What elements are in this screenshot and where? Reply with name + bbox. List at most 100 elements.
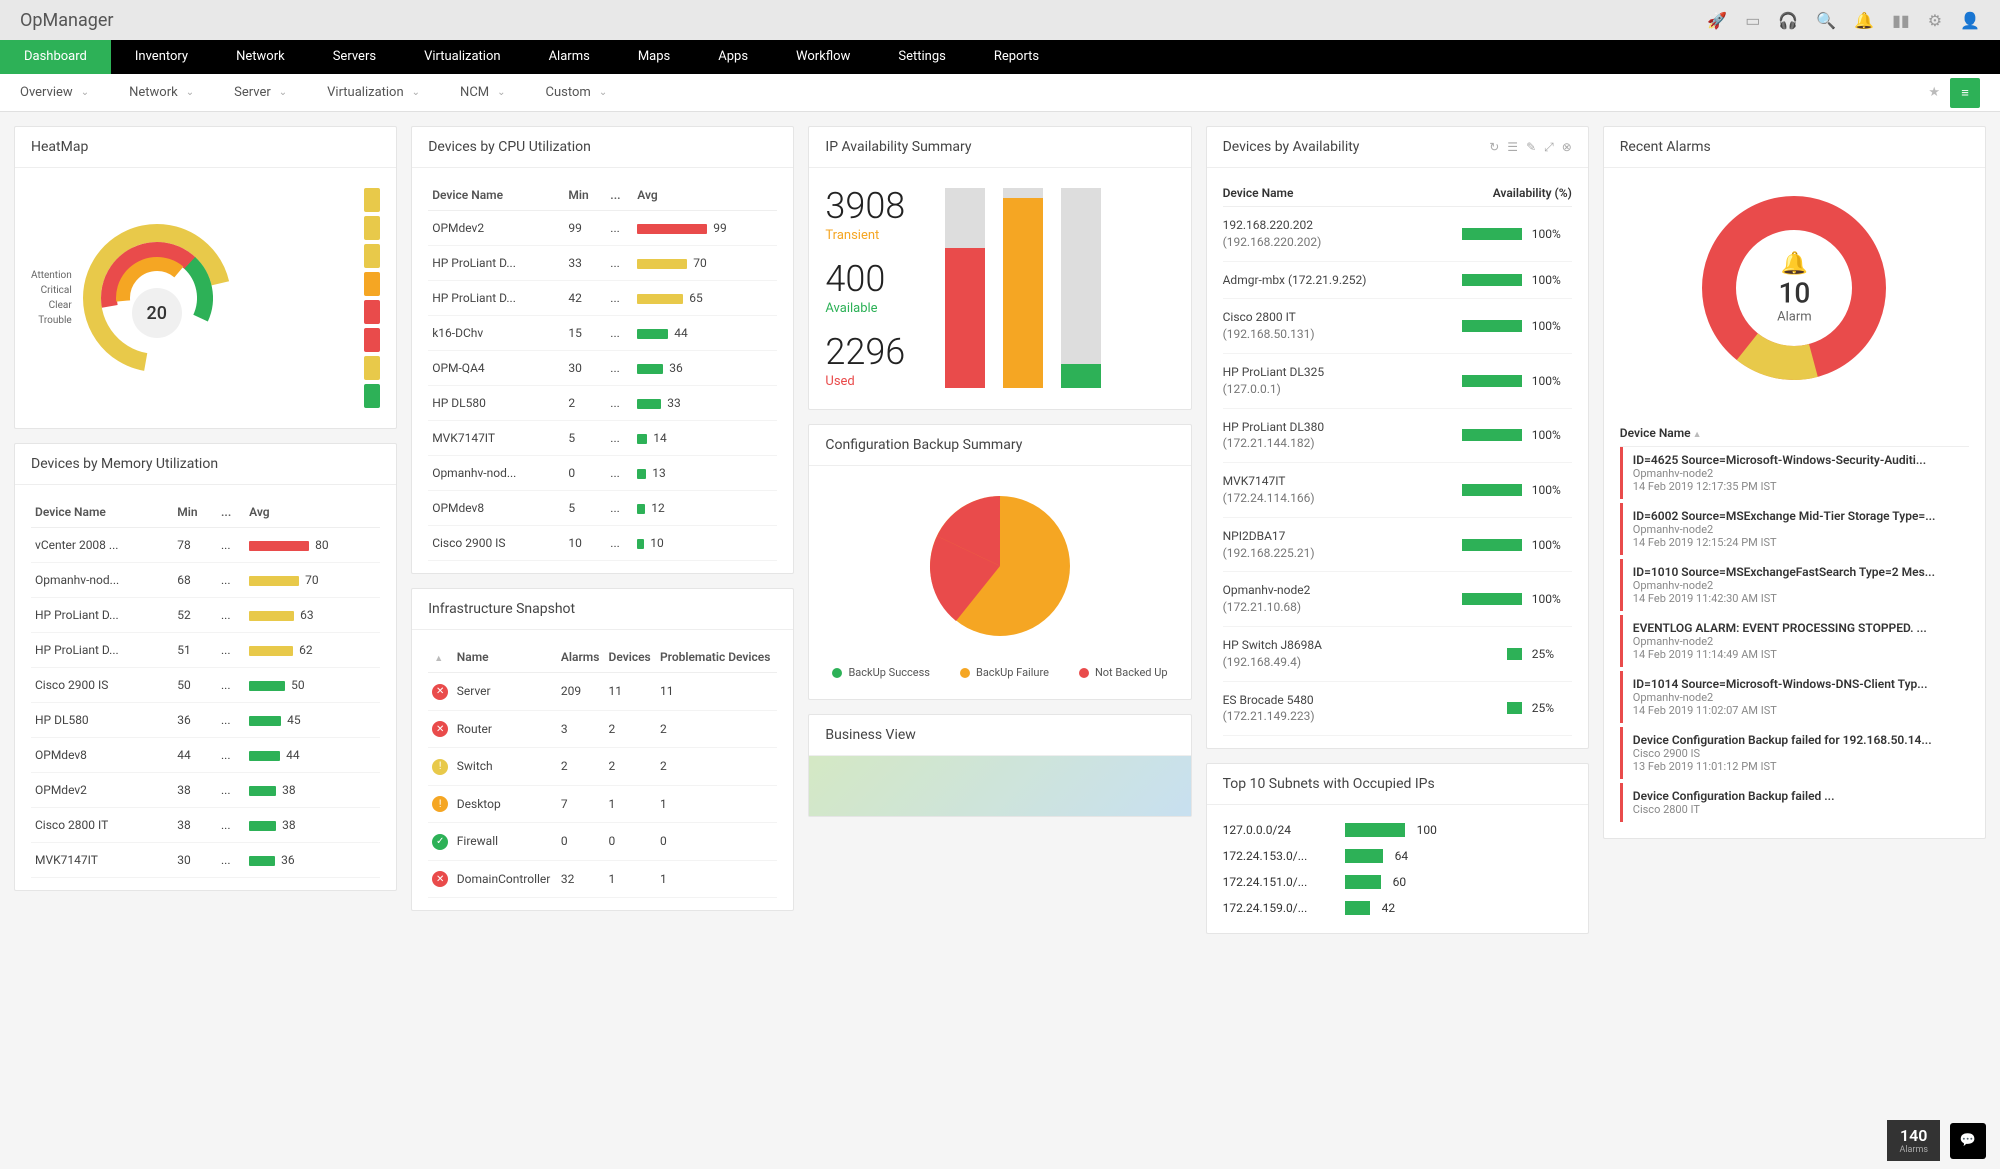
presentation-icon[interactable]: ▭	[1745, 11, 1760, 30]
alarm-item[interactable]: ID=1010 Source=MSExchangeFastSearch Type…	[1620, 559, 1969, 611]
nav-workflow[interactable]: Workflow	[772, 40, 874, 74]
subnav-ncm[interactable]: NCM⌄	[460, 85, 505, 100]
table-row[interactable]: HP ProLiant D...52... 63	[31, 598, 380, 633]
table-row[interactable]: vCenter 2008 ...78... 80	[31, 528, 380, 563]
search-icon[interactable]: 🔍	[1816, 11, 1836, 30]
subnav-server[interactable]: Server⌄	[234, 85, 287, 100]
avail-row[interactable]: HP Switch J8698A(192.168.49.4)25%	[1223, 627, 1572, 682]
table-row[interactable]: Opmanhv-nod...0... 13	[428, 456, 777, 491]
subnav-custom[interactable]: Custom⌄	[546, 85, 608, 100]
heatmap-square[interactable]	[364, 188, 380, 212]
list-icon[interactable]: ☰	[1507, 140, 1518, 155]
heatmap-square[interactable]	[364, 384, 380, 408]
subnav-overview[interactable]: Overview⌄	[20, 85, 89, 100]
app-title: OpManager	[20, 10, 113, 31]
chat-icon[interactable]: 💬	[1950, 1123, 1986, 1159]
avail-row[interactable]: 192.168.220.202(192.168.220.202)100%	[1223, 207, 1572, 262]
star-icon[interactable]: ★	[1928, 85, 1940, 100]
filter-button[interactable]: ≡	[1950, 78, 1980, 108]
ip-bar	[1003, 188, 1043, 388]
table-row[interactable]: OPMdev299... 99	[428, 211, 777, 246]
headset-icon[interactable]: 🎧	[1778, 11, 1798, 30]
avail-row[interactable]: ES Brocade 5480(172.21.149.223)25%	[1223, 682, 1572, 737]
nav-settings[interactable]: Settings	[874, 40, 969, 74]
nav-virtualization[interactable]: Virtualization	[400, 40, 525, 74]
nav-reports[interactable]: Reports	[970, 40, 1063, 74]
nav-dashboard[interactable]: Dashboard	[0, 40, 111, 74]
heatmap-square[interactable]	[364, 216, 380, 240]
nav-maps[interactable]: Maps	[614, 40, 694, 74]
table-row[interactable]: Cisco 2900 IS10... 10	[428, 526, 777, 561]
avail-row[interactable]: NPI2DBA17(192.168.225.21)100%	[1223, 518, 1572, 573]
table-row[interactable]: HP DL5802... 33	[428, 386, 777, 421]
subnet-row[interactable]: 172.24.151.0/...60	[1223, 869, 1572, 895]
business-view-map[interactable]	[809, 756, 1190, 816]
refresh-icon[interactable]: ↻	[1489, 140, 1499, 155]
alarm-item[interactable]: Device Configuration Backup failed for 1…	[1620, 727, 1969, 779]
card-ip-summary: IP Availability Summary 3908Transient400…	[808, 126, 1191, 410]
alarm-count-badge[interactable]: 140 Alarms	[1887, 1120, 1940, 1161]
heatmap-square[interactable]	[364, 244, 380, 268]
nav-inventory[interactable]: Inventory	[111, 40, 212, 74]
nav-servers[interactable]: Servers	[309, 40, 400, 74]
subnet-row[interactable]: 172.24.153.0/...64	[1223, 843, 1572, 869]
nav-apps[interactable]: Apps	[694, 40, 772, 74]
nav-alarms[interactable]: Alarms	[525, 40, 614, 74]
table-row[interactable]: HP ProLiant D...42... 65	[428, 281, 777, 316]
heatmap-square[interactable]	[364, 300, 380, 324]
ip-bar-chart	[945, 188, 1101, 388]
heatmap-gauge: 20	[82, 223, 232, 373]
table-row[interactable]: ✕Server2091111	[428, 673, 777, 711]
layers-icon[interactable]: ▮▮	[1892, 11, 1910, 30]
subnet-row[interactable]: 127.0.0.0/24100	[1223, 817, 1572, 843]
alarm-item[interactable]: EVENTLOG ALARM: EVENT PROCESSING STOPPED…	[1620, 615, 1969, 667]
table-row[interactable]: ✓Firewall000	[428, 823, 777, 861]
avail-row[interactable]: Cisco 2800 IT(192.168.50.131)100%	[1223, 299, 1572, 354]
table-row[interactable]: HP ProLiant D...33... 70	[428, 246, 777, 281]
heatmap-square[interactable]	[364, 328, 380, 352]
heatmap-square[interactable]	[364, 356, 380, 380]
avail-row[interactable]: Opmanhv-node2(172.21.10.68)100%	[1223, 572, 1572, 627]
user-icon[interactable]: 👤	[1960, 11, 1980, 30]
table-row[interactable]: OPMdev844... 44	[31, 738, 380, 773]
nav-network[interactable]: Network	[212, 40, 309, 74]
avail-row[interactable]: HP ProLiant DL325(127.0.0.1)100%	[1223, 354, 1572, 409]
table-row[interactable]: ✕Router322	[428, 710, 777, 748]
nav-sub: Overview⌄ Network⌄ Server⌄ Virtualizatio…	[0, 74, 2000, 112]
bell-icon[interactable]: 🔔	[1854, 11, 1874, 30]
avail-row[interactable]: Admgr-mbx (172.21.9.252)100%	[1223, 262, 1572, 300]
subnet-row[interactable]: 172.24.159.0/...42	[1223, 895, 1572, 921]
subnav-network[interactable]: Network⌄	[129, 85, 194, 100]
table-row[interactable]: OPMdev238... 38	[31, 773, 380, 808]
subnav-virtualization[interactable]: Virtualization⌄	[327, 85, 420, 100]
expand-icon[interactable]: ⤢	[1544, 140, 1554, 155]
edit-icon[interactable]: ✎	[1526, 140, 1536, 155]
settings-icon[interactable]: ⚙	[1928, 11, 1942, 30]
heatmap-squares	[364, 188, 380, 408]
table-row[interactable]: MVK7147IT30... 36	[31, 843, 380, 878]
alarm-item[interactable]: Device Configuration Backup failed ...Ci…	[1620, 783, 1969, 822]
table-row[interactable]: Opmanhv-nod...68... 70	[31, 563, 380, 598]
avail-row[interactable]: HP ProLiant DL380(172.21.144.182)100%	[1223, 409, 1572, 464]
alarm-item[interactable]: ID=1014 Source=Microsoft-Windows-DNS-Cli…	[1620, 671, 1969, 723]
alarm-item[interactable]: ID=6002 Source=MSExchange Mid-Tier Stora…	[1620, 503, 1969, 555]
table-row[interactable]: Cisco 2900 IS50... 50	[31, 668, 380, 703]
chevron-down-icon: ⌄	[599, 87, 607, 98]
avail-row[interactable]: MVK7147IT(172.24.114.166)100%	[1223, 463, 1572, 518]
rocket-icon[interactable]: 🚀	[1707, 11, 1727, 30]
table-row[interactable]: !Desktop711	[428, 785, 777, 823]
table-row[interactable]: HP DL58036... 45	[31, 703, 380, 738]
table-row[interactable]: !Switch222	[428, 748, 777, 786]
table-row[interactable]: OPM-QA430... 36	[428, 351, 777, 386]
table-row[interactable]: Cisco 2800 IT38... 38	[31, 808, 380, 843]
alarm-item[interactable]: ID=4625 Source=Microsoft-Windows-Securit…	[1620, 447, 1969, 499]
table-row[interactable]: OPMdev85... 12	[428, 491, 777, 526]
table-row[interactable]: k16-DChv15... 44	[428, 316, 777, 351]
heatmap-square[interactable]	[364, 272, 380, 296]
close-icon[interactable]: ⊗	[1562, 140, 1572, 155]
card-cpu-util: Devices by CPU Utilization Device Name M…	[411, 126, 794, 574]
table-row[interactable]: MVK7147IT5... 14	[428, 421, 777, 456]
table-row[interactable]: HP ProLiant D...51... 62	[31, 633, 380, 668]
table-row[interactable]: ✕DomainController3211	[428, 860, 777, 898]
card-availability: Devices by Availability ↻ ☰ ✎ ⤢ ⊗ Device…	[1206, 126, 1589, 749]
